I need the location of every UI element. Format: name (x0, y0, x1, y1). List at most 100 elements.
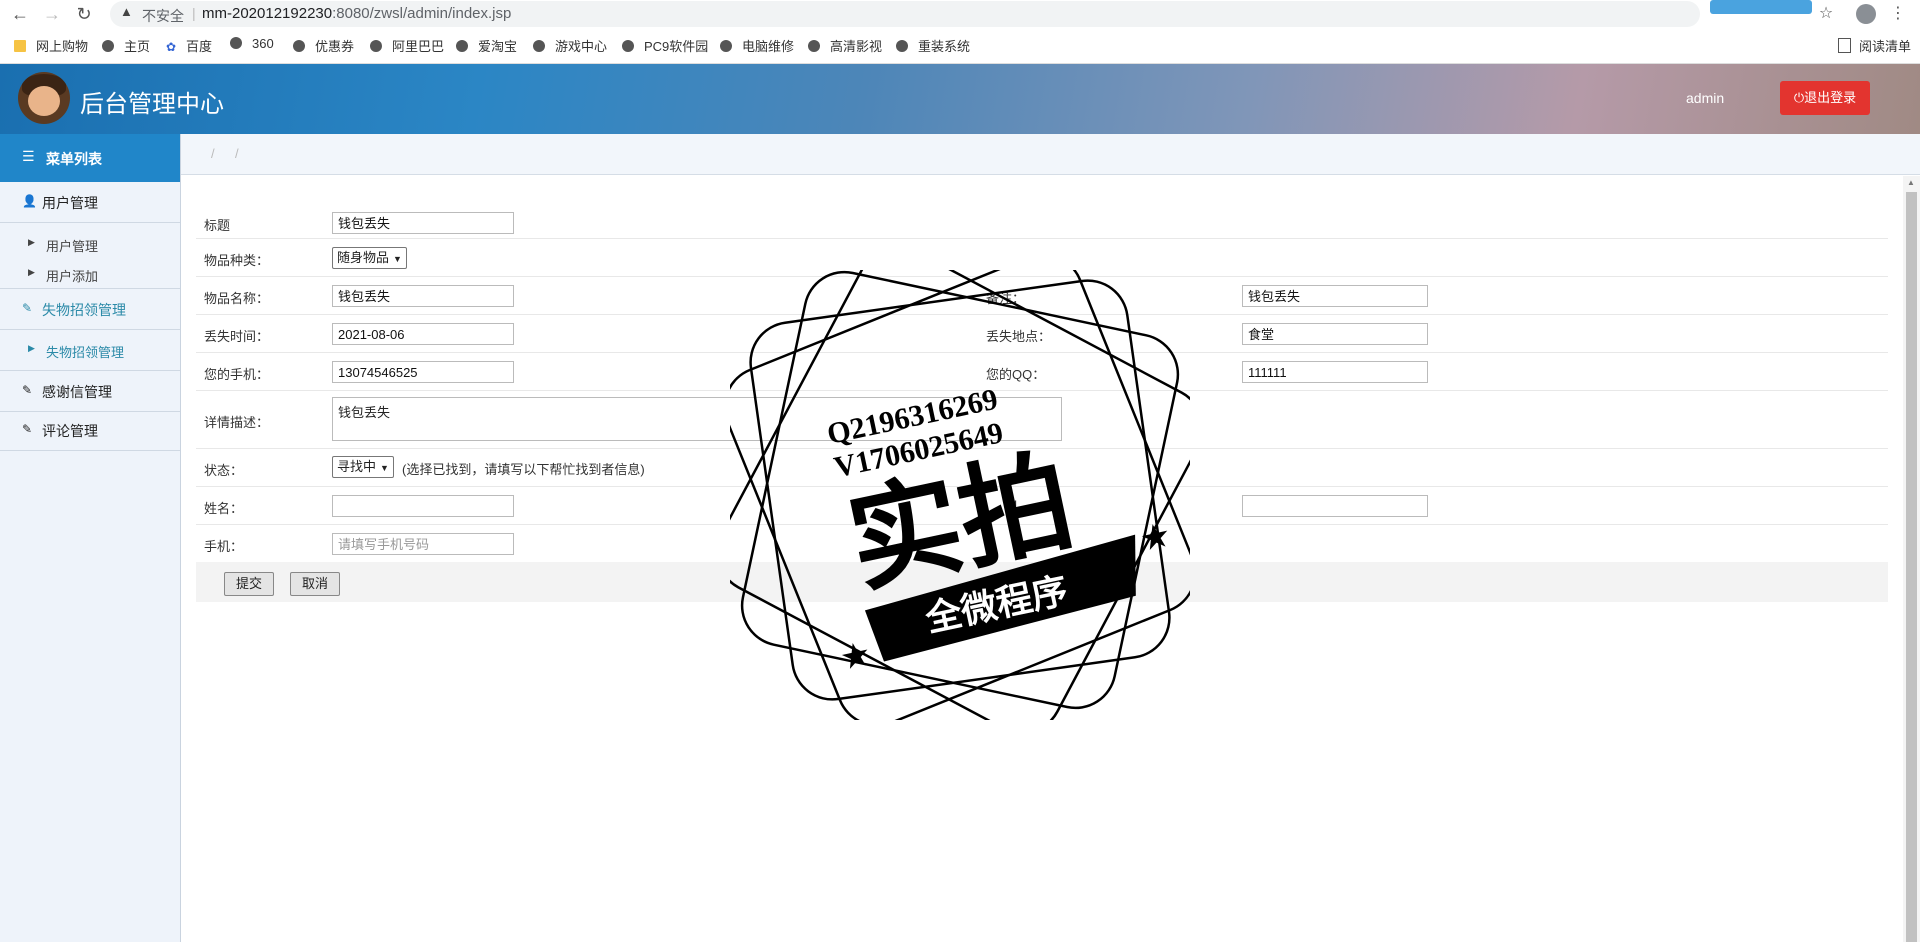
sidebar-item-lost-found-manage[interactable]: ▶ 失物招领管理 (0, 336, 180, 364)
scrollbar-thumb[interactable] (1906, 192, 1917, 942)
reading-list-button[interactable]: 阅读清单 (1838, 36, 1911, 55)
globe-icon (896, 40, 908, 52)
address-row: ← → ↻ ▲ 不安全 | mm-202012192230:8080/zwsl/… (0, 0, 1920, 28)
cancel-button[interactable]: 取消 (290, 572, 340, 596)
breadcrumb: / / (181, 134, 1920, 175)
lost-time-input[interactable]: 2021-08-06 (332, 323, 514, 345)
watermark-stamp: Q2196316269 V1706025649 实拍 全微程序 ★ ★ (730, 270, 1190, 720)
globe-icon (230, 37, 242, 49)
edit-icon: ✎ (22, 383, 33, 397)
bookmarks-bar: 网上购物 主页 ✿ 百度 360 优惠券 阿里巴巴 爱淘宝 游戏中心 PC9软件园… (0, 32, 1920, 58)
submit-button[interactable]: 提交 (224, 572, 274, 596)
category-select[interactable]: 随身物品 ▼ (332, 247, 407, 269)
edit-icon: ✎ (22, 301, 33, 315)
address-separator: | (192, 5, 196, 21)
bookmark-item[interactable]: 高清影视 (808, 36, 882, 55)
profile-avatar-icon[interactable] (1856, 4, 1876, 24)
item-name-input[interactable]: 钱包丢失 (332, 285, 514, 307)
menu-header: ☰ 菜单列表 (0, 134, 180, 182)
folder-icon (14, 40, 26, 52)
list-icon: ☰ (22, 148, 35, 164)
app-title: 后台管理中心 (80, 91, 224, 118)
bookmark-item[interactable]: 爱淘宝 (456, 36, 517, 55)
globe-icon (456, 40, 468, 52)
back-arrow-icon[interactable]: ← (8, 2, 32, 26)
finder-phone-label: 手机： (204, 539, 244, 554)
chevron-down-icon: ▼ (393, 254, 402, 264)
bookmark-item[interactable]: 优惠券 (293, 36, 354, 55)
warning-icon: ▲ (120, 4, 133, 19)
globe-icon (293, 40, 305, 52)
star-icon: ★ (837, 635, 875, 679)
bookmark-item[interactable]: 电脑维修 (720, 36, 794, 55)
menu-dots-icon[interactable]: ⋮ (1886, 2, 1910, 26)
reload-icon[interactable]: ↻ (72, 2, 96, 26)
url-text[interactable]: mm-202012192230:8080/zwsl/admin/index.js… (202, 5, 511, 22)
current-user[interactable]: admin (1686, 90, 1724, 106)
sidebar: ☰ 菜单列表 👤 用户管理 ▶ 用户管理 ▶ 用户添加 ✎ 失物招领管理 ▶ 失… (0, 134, 181, 942)
avatar-logo (18, 72, 70, 124)
extension-badge[interactable] (1710, 0, 1812, 14)
bookmark-item[interactable]: 网上购物 (14, 36, 88, 55)
finder-phone-input[interactable]: 请填写手机号码 (332, 533, 514, 555)
globe-icon (622, 40, 634, 52)
qq-input[interactable]: 111111 (1242, 361, 1428, 383)
bookmark-item[interactable]: 游戏中心 (533, 36, 607, 55)
forward-arrow-icon[interactable]: → (40, 2, 64, 26)
status-label: 状态： (204, 463, 244, 478)
sidebar-group-thanks[interactable]: ✎ 感谢信管理 (0, 370, 180, 412)
caret-right-icon: ▶ (28, 267, 35, 277)
scroll-up-icon[interactable]: ▲ (1907, 178, 1915, 187)
browser-chrome: ← → ↻ ▲ 不安全 | mm-202012192230:8080/zwsl/… (0, 0, 1920, 64)
bookmark-item[interactable]: 360 (230, 36, 274, 51)
reading-list-icon (1838, 38, 1851, 53)
sidebar-item-user-manage[interactable]: ▶ 用户管理 (0, 230, 180, 258)
breadcrumb-separator: / (235, 146, 239, 161)
user-icon: 👤 (22, 194, 37, 208)
finder-name-label: 姓名： (204, 501, 244, 516)
globe-icon (370, 40, 382, 52)
status-hint: (选择已找到，请填写以下帮忙找到者信息) (402, 462, 645, 477)
detail-label: 详情描述： (204, 415, 270, 430)
power-icon: ⏻ (1793, 90, 1805, 105)
bookmark-item[interactable]: 主页 (102, 36, 150, 55)
lost-place-input[interactable]: 食堂 (1242, 323, 1428, 345)
globe-icon (720, 40, 732, 52)
logout-button[interactable]: ⏻退出登录 (1780, 81, 1870, 115)
app-header: 后台管理中心 admin ⏻退出登录 (0, 64, 1920, 134)
bookmark-item[interactable]: ✿ 百度 (166, 36, 212, 55)
globe-icon (533, 40, 545, 52)
address-bar[interactable]: ▲ 不安全 | mm-202012192230:8080/zwsl/admin/… (110, 1, 1700, 27)
title-input[interactable]: 钱包丢失 (332, 212, 514, 234)
sidebar-group-lost-found[interactable]: ✎ 失物招领管理 (0, 288, 180, 330)
sidebar-item-user-add[interactable]: ▶ 用户添加 (0, 260, 180, 288)
star-icon: ★ (1137, 516, 1175, 560)
caret-right-icon: ▶ (28, 237, 35, 247)
phone-input[interactable]: 13074546525 (332, 361, 514, 383)
form-row-title: 标题 钱包丢失 (196, 204, 1888, 239)
finder-email-input[interactable] (1242, 495, 1428, 517)
caret-right-icon: ▶ (28, 343, 35, 353)
scrollbar[interactable]: ▲ (1903, 176, 1920, 942)
remark-input[interactable]: 钱包丢失 (1242, 285, 1428, 307)
finder-name-input[interactable] (332, 495, 514, 517)
baidu-paw-icon: ✿ (166, 40, 177, 54)
globe-icon (808, 40, 820, 52)
status-select[interactable]: 寻找中 ▼ (332, 456, 394, 478)
bookmark-item[interactable]: PC9软件园 (622, 36, 708, 55)
category-label: 物品种类： (204, 253, 270, 268)
item-name-label: 物品名称： (204, 291, 270, 306)
sidebar-group-comments[interactable]: ✎ 评论管理 (0, 410, 180, 451)
star-icon[interactable]: ☆ (1814, 2, 1838, 26)
chevron-down-icon: ▼ (380, 463, 389, 473)
globe-icon (102, 40, 114, 52)
lost-time-label: 丢失时间： (204, 329, 270, 344)
breadcrumb-separator: / (211, 146, 215, 161)
edit-icon: ✎ (22, 422, 33, 436)
bookmark-item[interactable]: 阿里巴巴 (370, 36, 444, 55)
title-label: 标题 (204, 218, 231, 233)
phone-label: 您的手机： (204, 367, 270, 382)
security-label: 不安全 (142, 8, 184, 24)
bookmark-item[interactable]: 重装系统 (896, 36, 970, 55)
sidebar-group-user[interactable]: 👤 用户管理 (0, 182, 180, 223)
